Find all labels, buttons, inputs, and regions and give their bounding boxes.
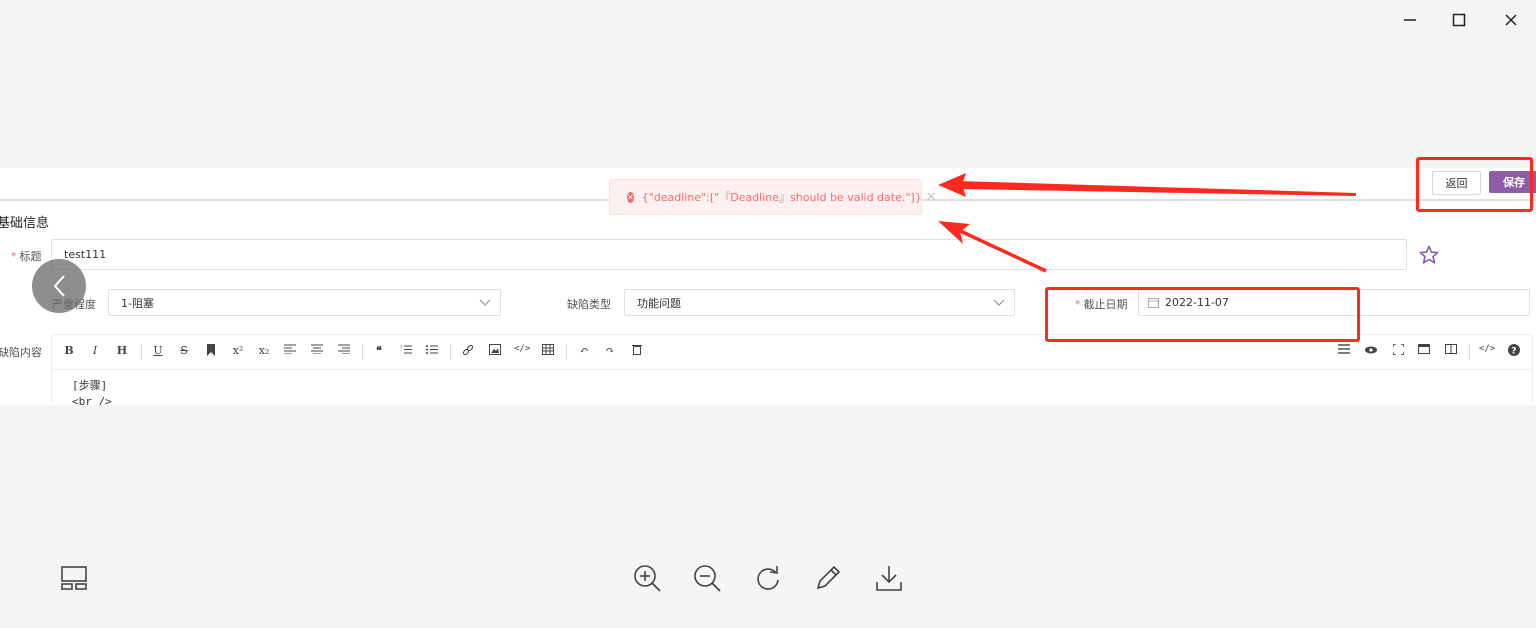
annotation-arrow-bottom [938, 221, 1047, 273]
layout-icon [61, 566, 87, 590]
layout-button[interactable] [59, 563, 89, 593]
annotation-arrow-top [938, 173, 1356, 197]
download-button[interactable] [874, 563, 904, 593]
zoom-in-button[interactable] [632, 563, 662, 593]
rotate-button[interactable] [753, 563, 783, 593]
download-icon [876, 566, 902, 591]
edit-icon [816, 565, 841, 590]
edit-button[interactable] [813, 563, 843, 593]
zoom-out-icon [694, 565, 721, 592]
annotation-arrows [938, 173, 1356, 273]
zoom-in-icon [634, 565, 661, 592]
zoom-out-button[interactable] [692, 563, 722, 593]
rotate-icon [757, 566, 779, 590]
